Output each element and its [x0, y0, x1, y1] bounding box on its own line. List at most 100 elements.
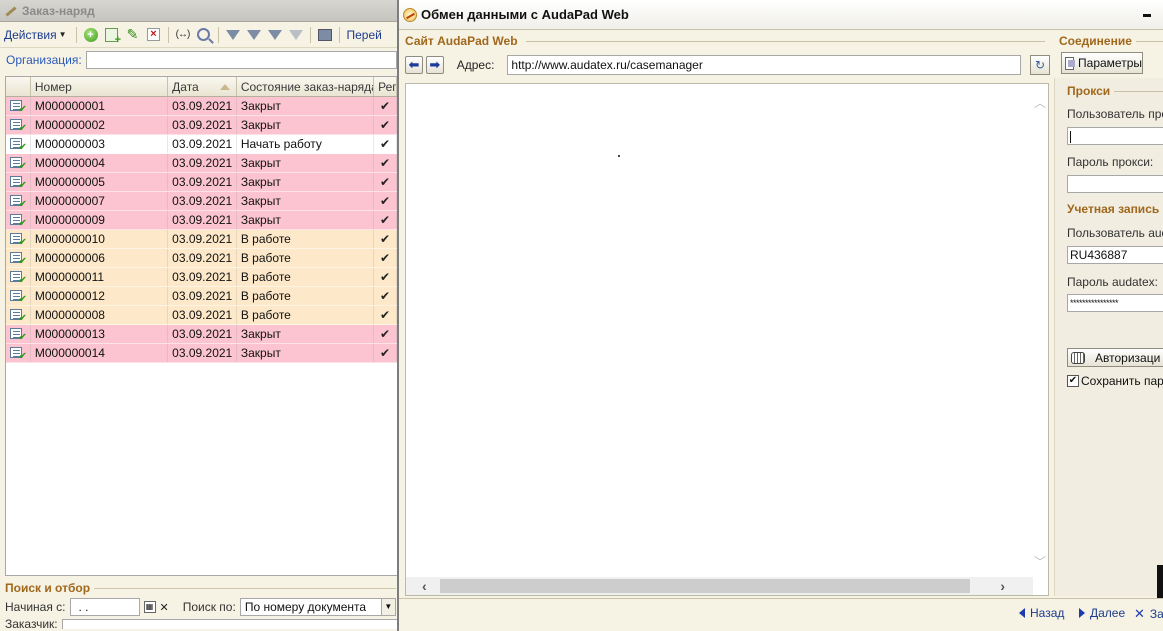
table-row[interactable]: ✔ М000000007 03.09.2021 Закрыт ✔ [6, 192, 397, 211]
search-by-select[interactable]: По номеру документа ▼ [239, 598, 396, 616]
heading-divider [94, 587, 396, 589]
order-state-cell: В работе [237, 268, 375, 286]
vertical-scrollbar[interactable]: ︿ ﹀ [1031, 84, 1048, 578]
horizontal-scrollbar[interactable]: ‹ › [406, 577, 1033, 595]
address-input[interactable]: http://www.audatex.ru/casemanager [507, 55, 1022, 75]
date-column-header[interactable]: Дата [168, 77, 237, 96]
table-row[interactable]: ✔ М000000005 03.09.2021 Закрыт ✔ [6, 173, 397, 192]
next-button[interactable]: Далее [1079, 606, 1125, 620]
table-row[interactable]: ✔ М000000003 03.09.2021 Начать работу ✔ [6, 135, 397, 154]
chevron-down-icon[interactable]: ▼ [380, 599, 395, 615]
table-row[interactable]: ✔ М000000010 03.09.2021 В работе ✔ [6, 230, 397, 249]
table-row[interactable]: ✔ М000000001 03.09.2021 Закрыт ✔ [6, 97, 397, 116]
order-state-cell: В работе [237, 249, 375, 267]
hammer-icon [4, 4, 18, 18]
edit-button[interactable]: ✎ [124, 26, 142, 44]
close-button[interactable]: ✕ За [1134, 606, 1163, 622]
organization-input[interactable] [85, 51, 397, 69]
goto-menu-button[interactable] [316, 26, 334, 44]
registered-flag-cell: ✔ [374, 211, 397, 229]
back-nav-button[interactable]: ⬅ [405, 56, 423, 74]
audatex-password-input[interactable]: **************** [1067, 294, 1163, 312]
actions-menu-label: Действия [4, 27, 57, 42]
row-icon-cell: ✔ [6, 135, 31, 153]
clear-icon[interactable]: ✕ [160, 601, 169, 614]
posted-document-icon: ✔ [10, 232, 27, 247]
calendar-icon[interactable]: ▦ [143, 601, 156, 613]
audatex-user-input[interactable]: RU436887 [1067, 246, 1163, 264]
order-state-cell: Закрыт [237, 211, 375, 229]
order-date-cell: 03.09.2021 [168, 268, 237, 286]
filter-history-button[interactable] [266, 26, 284, 44]
icon-column-header[interactable] [6, 77, 31, 96]
start-date-input[interactable]: . . [69, 598, 140, 616]
registered-flag-cell: ✔ [374, 306, 397, 324]
chevron-right-icon[interactable]: › [1000, 578, 1005, 594]
scrollbar-thumb[interactable] [440, 579, 970, 593]
save-password-checkbox-row[interactable]: ✔ Сохранить паро [1067, 374, 1163, 388]
posted-document-icon: ✔ [10, 175, 27, 190]
browser-view[interactable]: ︿ ﹀ ‹ › [405, 83, 1049, 596]
organization-label[interactable]: Организация: [6, 53, 82, 67]
table-row[interactable]: ✔ М000000009 03.09.2021 Закрыт ✔ [6, 211, 397, 230]
posted-document-icon: ✔ [10, 327, 27, 342]
orders-table-header: Номер Дата Состояние заказ-наряда Рег [6, 77, 397, 97]
registered-flag-cell: ✔ [374, 97, 397, 115]
search-filter-row: Начиная с: . . ▦ ✕ Поиск по: По номеру д… [0, 596, 397, 618]
interval-button[interactable]: (↔) [174, 26, 192, 44]
customer-input[interactable] [61, 619, 397, 629]
add-button[interactable]: + [82, 26, 100, 44]
number-column-header[interactable]: Номер [31, 77, 169, 96]
audatex-user-label: Пользователь auda [1067, 226, 1163, 240]
copy-button[interactable] [103, 26, 121, 46]
registered-flag-cell: ✔ [374, 135, 397, 153]
text-caret [1070, 130, 1071, 143]
order-number-cell: М000000007 [31, 192, 169, 210]
find-button[interactable] [195, 26, 213, 44]
search-by-label: Поиск по: [182, 600, 236, 614]
close-icon: ✕ [1134, 606, 1145, 621]
order-list-title-bar[interactable]: Заказ-наряд [0, 0, 397, 22]
table-row[interactable]: ✔ М000000004 03.09.2021 Закрыт ✔ [6, 154, 397, 173]
row-icon-cell: ✔ [6, 306, 31, 324]
filter-by-value-button[interactable] [245, 26, 263, 44]
table-row[interactable]: ✔ М000000012 03.09.2021 В работе ✔ [6, 287, 397, 306]
proxy-user-input[interactable] [1067, 127, 1163, 145]
filter-clear-button[interactable] [287, 26, 305, 44]
interval-icon: (↔) [175, 29, 191, 40]
chevron-down-icon[interactable]: ﹀ [1034, 553, 1046, 570]
state-column-header[interactable]: Состояние заказ-наряда [237, 77, 375, 96]
heading-divider [1135, 40, 1163, 42]
order-date-cell: 03.09.2021 [168, 306, 237, 324]
flag-column-header[interactable]: Рег [374, 77, 397, 96]
back-button[interactable]: Назад [1019, 606, 1064, 620]
order-date-cell: 03.09.2021 [168, 325, 237, 343]
table-row[interactable]: ✔ М000000006 03.09.2021 В работе ✔ [6, 249, 397, 268]
refresh-button[interactable]: ↻ [1030, 55, 1050, 75]
filter-button[interactable] [224, 26, 242, 44]
table-row[interactable]: ✔ М000000013 03.09.2021 Закрыт ✔ [6, 325, 397, 344]
table-row[interactable]: ✔ М000000014 03.09.2021 Закрыт ✔ [6, 344, 397, 363]
goto-menu[interactable]: Перей [347, 28, 382, 42]
delete-button[interactable]: × [145, 26, 163, 44]
table-row[interactable]: ✔ М000000011 03.09.2021 В работе ✔ [6, 268, 397, 287]
actions-menu[interactable]: Действия ▼ [4, 28, 71, 42]
audapad-title-bar[interactable]: Обмен данными с AudaPad Web [399, 0, 1163, 30]
table-row[interactable]: ✔ М000000002 03.09.2021 Закрыт ✔ [6, 116, 397, 135]
order-number-cell: М000000011 [31, 268, 169, 286]
forward-nav-button[interactable]: ➡ [425, 56, 444, 74]
chevron-left-icon[interactable]: ‹ [422, 578, 427, 594]
minimize-icon[interactable] [1143, 14, 1151, 17]
posted-document-icon: ✔ [10, 156, 27, 171]
order-number-cell: М000000004 [31, 154, 169, 172]
registered-flag-cell: ✔ [374, 154, 397, 172]
arrow-right-icon: ➡ [429, 57, 441, 72]
chevron-up-icon[interactable]: ︿ [1034, 94, 1046, 111]
authorize-button[interactable]: Авторизаци [1067, 348, 1163, 367]
parameters-button[interactable]: Параметры [1061, 52, 1143, 74]
order-state-cell: Закрыт [237, 325, 375, 343]
table-row[interactable]: ✔ М000000008 03.09.2021 В работе ✔ [6, 306, 397, 325]
save-password-checkbox[interactable]: ✔ [1067, 375, 1079, 387]
proxy-password-input[interactable] [1067, 175, 1163, 193]
order-state-cell: В работе [237, 230, 375, 248]
